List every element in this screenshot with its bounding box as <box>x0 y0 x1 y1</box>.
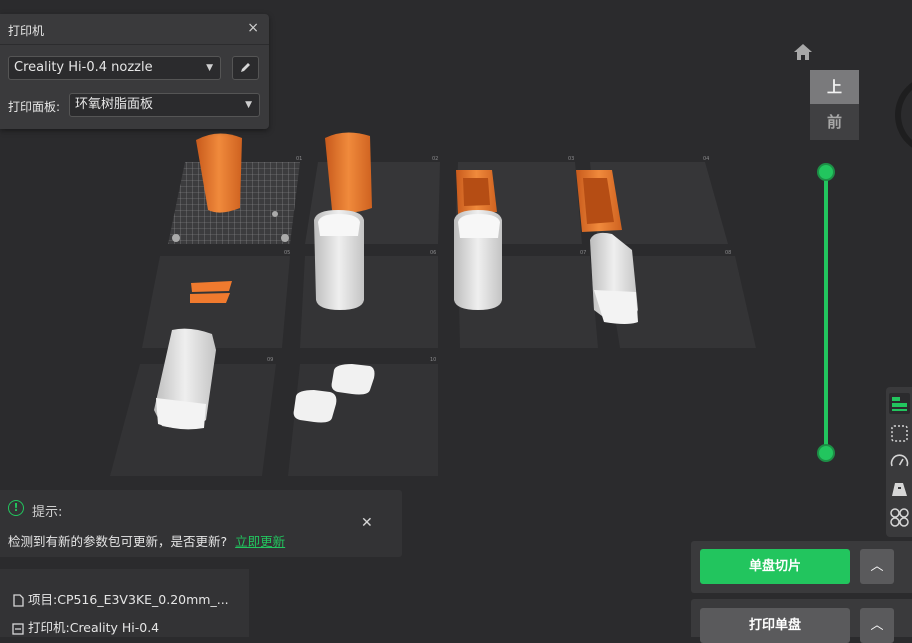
arrange-icon[interactable] <box>889 393 910 414</box>
white-part-1[interactable] <box>314 210 364 310</box>
layout-icon[interactable] <box>889 423 910 444</box>
slice-expand-button[interactable]: ︿ <box>860 549 894 584</box>
clover-icon[interactable] <box>889 507 910 528</box>
printer-select[interactable]: Creality Hi-0.4 nozzle ▼ <box>8 56 221 80</box>
right-toolbar <box>886 387 912 537</box>
print-plate-button[interactable]: 打印单盘 <box>700 608 850 643</box>
printer-line: 打印机:Creality Hi-0.4 <box>12 617 159 636</box>
printer-panel: 打印机 × Creality Hi-0.4 nozzle ▼ 打印面板: 环氧树… <box>0 14 269 129</box>
layer-slider-top-handle[interactable] <box>817 163 835 181</box>
orange-tray-1[interactable] <box>456 170 497 214</box>
update-notice: ! 提示: 检测到有新的参数包可更新，是否更新? 立即更新 ✕ <box>0 490 402 557</box>
white-part-2[interactable] <box>454 210 502 310</box>
printer-icon <box>12 622 24 635</box>
file-icon <box>13 594 24 607</box>
plate-label-02: 02 <box>432 156 438 162</box>
chevron-up-icon: ︿ <box>870 618 884 633</box>
edit-printer-button[interactable] <box>232 56 259 80</box>
speed-icon[interactable] <box>889 451 910 472</box>
support-icon[interactable] <box>889 479 910 500</box>
project-name: 项目:CP516_E3V3KE_0.20mm_... <box>28 592 229 607</box>
plate-type-value: 环氧树脂面板 <box>75 97 154 112</box>
project-info-panel: 项目:CP516_E3V3KE_0.20mm_... 打印机:Creality … <box>0 569 249 637</box>
plate-label-01: 01 <box>296 156 302 162</box>
exclamation-icon: ! <box>8 500 24 516</box>
close-icon[interactable]: × <box>247 20 259 36</box>
print-expand-button[interactable]: ︿ <box>860 608 894 643</box>
plate-type-select[interactable]: 环氧树脂面板 ▼ <box>69 93 260 117</box>
divider <box>0 44 269 45</box>
update-now-link[interactable]: 立即更新 <box>235 534 285 549</box>
printer-select-value: Creality Hi-0.4 nozzle <box>14 60 153 75</box>
layer-slider[interactable] <box>824 171 828 453</box>
layer-slider-bottom-handle[interactable] <box>817 444 835 462</box>
printer-name: 打印机:Creality Hi-0.4 <box>28 620 160 635</box>
notice-message: 检测到有新的参数包可更新，是否更新? <box>8 534 228 549</box>
printer-panel-title: 打印机 <box>8 24 45 38</box>
home-icon[interactable] <box>792 42 814 62</box>
project-line: 项目:CP516_E3V3KE_0.20mm_... <box>12 589 229 608</box>
white-tray-1[interactable] <box>590 232 638 324</box>
notice-title: 提示: <box>32 505 63 520</box>
plate-label-08: 08 <box>725 250 731 256</box>
chevron-down-icon: ▼ <box>245 100 252 110</box>
chevron-down-icon: ▼ <box>206 63 213 73</box>
chevron-up-icon: ︿ <box>870 559 884 574</box>
plate-label-10: 10 <box>430 357 436 363</box>
plate-label-04: 04 <box>703 156 709 162</box>
notice-message-row: 检测到有新的参数包可更新，是否更新? 立即更新 <box>8 531 285 550</box>
view-cube-front[interactable]: 前 <box>810 104 859 140</box>
orange-part-2[interactable] <box>325 132 372 213</box>
plate-label-03: 03 <box>568 156 574 162</box>
slice-plate-button[interactable]: 单盘切片 <box>700 549 850 584</box>
pencil-icon <box>241 63 250 72</box>
plate-label-09: 09 <box>267 357 273 363</box>
plate-type-label: 打印面板: <box>8 100 61 114</box>
plate-label-06: 06 <box>430 250 436 256</box>
plate-label-05: 05 <box>284 250 290 256</box>
close-icon[interactable]: ✕ <box>361 515 373 531</box>
plate-label-07: 07 <box>580 250 586 256</box>
view-cube-top[interactable]: 上 <box>810 70 859 104</box>
